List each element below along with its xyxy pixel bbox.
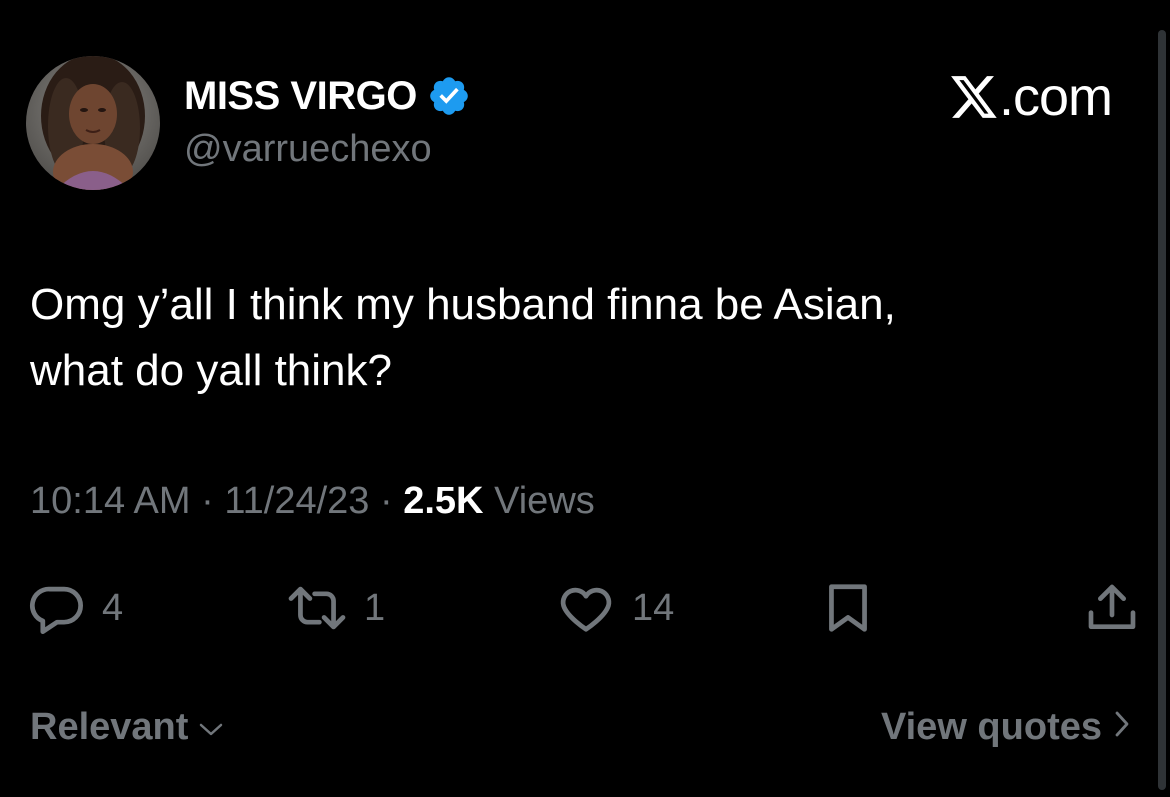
heart-icon <box>560 587 612 632</box>
repost-button[interactable]: 1 <box>286 576 385 640</box>
sort-label: Relevant <box>30 706 189 748</box>
chevron-right-icon <box>1112 706 1132 749</box>
tweet-line: what do yall think? <box>30 346 392 395</box>
scrollbar[interactable] <box>1158 30 1166 790</box>
share-button[interactable] <box>1084 576 1140 640</box>
author-display-name[interactable]: MISS VIRGO <box>184 74 417 119</box>
meta-separator: · <box>380 480 393 522</box>
profile-photo <box>26 56 160 190</box>
views-count[interactable]: 2.5K <box>403 480 483 522</box>
like-button[interactable]: 14 <box>556 576 674 640</box>
reply-icon <box>29 586 83 634</box>
views-label[interactable]: Views <box>494 480 595 522</box>
reply-button[interactable]: 4 <box>28 576 123 640</box>
share-icon <box>1088 584 1136 629</box>
bookmark-button[interactable] <box>822 576 874 640</box>
x-logo-icon <box>949 74 999 120</box>
avatar[interactable] <box>26 56 160 190</box>
repost-count: 1 <box>364 586 386 629</box>
meta-separator: · <box>201 480 214 522</box>
brand-label: .com <box>998 67 1113 127</box>
chevron-down-icon <box>198 706 224 749</box>
author-handle[interactable]: @varruechexo <box>184 128 432 171</box>
verified-badge-icon <box>427 74 471 118</box>
action-bar: 4 1 14 <box>0 576 1170 640</box>
tweet-text: Omg y’all I think my husband finna be As… <box>30 272 1130 404</box>
bookmark-icon <box>829 584 867 632</box>
like-count: 14 <box>632 586 675 629</box>
tweet-date[interactable]: 11/24/23 <box>224 480 369 522</box>
reply-count: 4 <box>102 586 124 629</box>
sort-dropdown[interactable]: Relevant <box>30 706 224 749</box>
author-name-row[interactable]: MISS VIRGO <box>184 70 471 122</box>
brand-watermark: .com <box>949 66 1113 128</box>
repost-icon <box>288 586 346 630</box>
tweet-line: Omg y’all I think my husband finna be As… <box>30 280 896 329</box>
view-quotes-label: View quotes <box>880 706 1102 748</box>
tweet-meta: 10:14 AM · 11/24/23 · 2.5K Views <box>30 480 595 523</box>
tweet-time[interactable]: 10:14 AM <box>30 480 191 522</box>
view-quotes-link[interactable]: View quotes <box>881 706 1132 749</box>
